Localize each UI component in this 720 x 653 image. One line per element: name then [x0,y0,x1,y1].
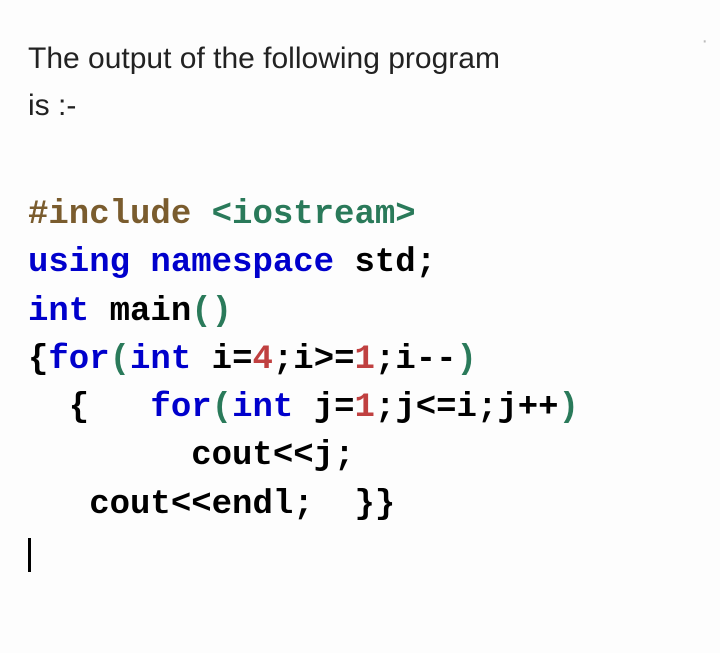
code-int-j: int [232,389,314,427]
code-cout1: cout [28,437,273,475]
code-for-2: for [110,389,212,427]
code-std: std [354,244,415,282]
code-lte: <= [416,389,457,427]
code-include: #include [28,196,212,234]
code-int-i: int [130,341,212,379]
code-main-paren: () [191,293,232,331]
code-paren-c2: ) [559,389,579,427]
corner-mark: · [701,30,708,53]
code-brace-close: }} [354,486,395,524]
code-using: using [28,244,150,282]
code-semi7: ; [293,486,354,524]
code-brace-open: { [28,341,48,379]
code-endl: endl [212,486,294,524]
code-semi2: ; [273,341,293,379]
code-i4: i [457,389,477,427]
text-cursor [28,538,31,572]
code-semi5: ; [477,389,497,427]
code-paren-o1: ( [110,341,130,379]
code-block: #include <iostream> using namespace std;… [28,191,692,577]
code-j4: j [314,437,334,475]
code-eq1: = [232,341,252,379]
code-cout2: cout [28,486,171,524]
code-eq2: = [334,389,354,427]
code-gte: >= [314,341,355,379]
code-paren-o2: ( [212,389,232,427]
code-j2: j [395,389,415,427]
code-semi-1: ; [416,244,436,282]
code-main: main [110,293,192,331]
code-semi3: ; [375,341,395,379]
code-int-main: int [28,293,110,331]
code-i2: i [293,341,313,379]
code-j3: j [497,389,517,427]
code-4: 4 [252,341,272,379]
code-namespace: namespace [150,244,354,282]
code-i3: i [395,341,415,379]
code-semi4: ; [375,389,395,427]
code-i1: i [212,341,232,379]
question-line-1: The output of the following program [28,42,500,75]
code-ins1: << [273,437,314,475]
code-inc: ++ [518,389,559,427]
question-prompt: The output of the following program is :… [28,36,692,129]
question-line-2: is :- [28,89,76,122]
code-1a: 1 [355,341,375,379]
code-paren-c1: ) [457,341,477,379]
code-for-1: for [48,341,109,379]
code-j1: j [314,389,334,427]
code-1b: 1 [355,389,375,427]
code-ins2: << [171,486,212,524]
code-brace-open2: { [28,389,110,427]
code-iostream: <iostream> [212,196,416,234]
code-dec: -- [416,341,457,379]
code-semi6: ; [334,437,354,475]
